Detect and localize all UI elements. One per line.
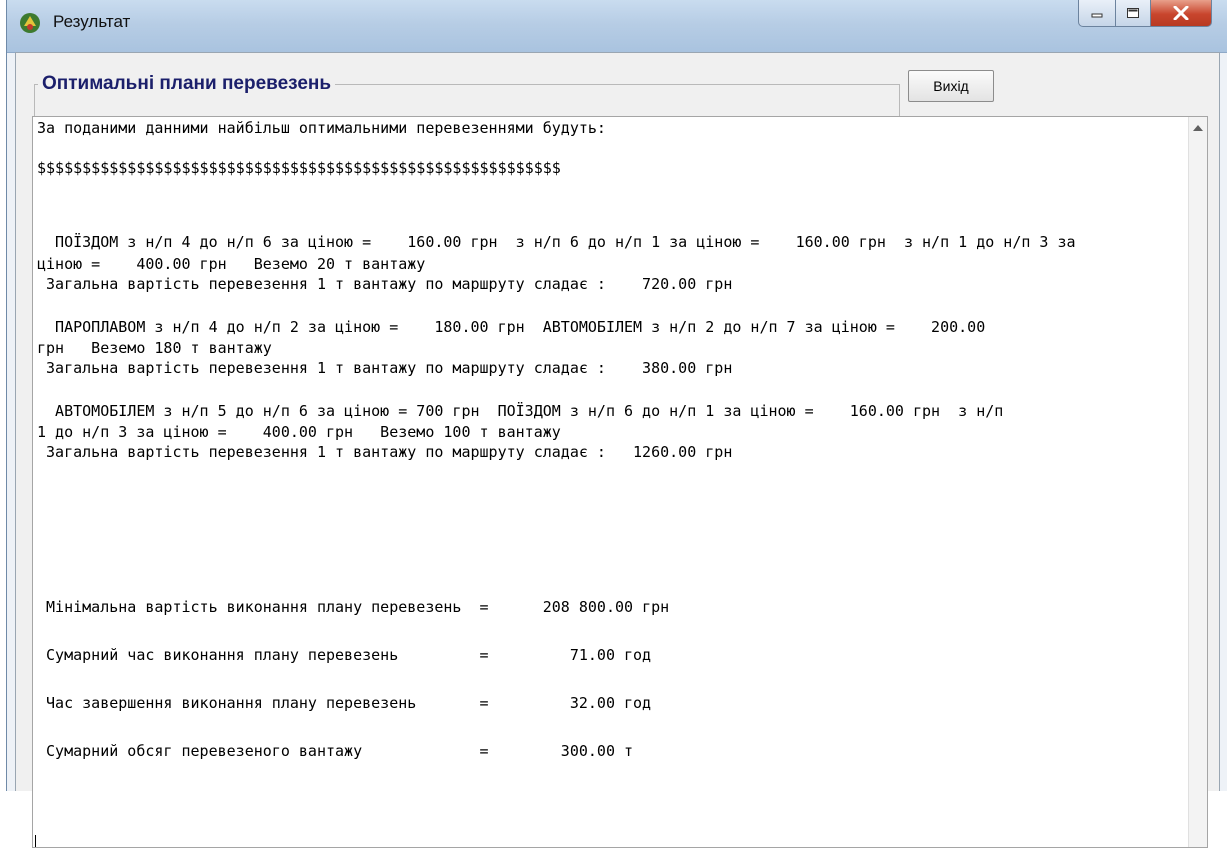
memo-line: грн Веземо 180 т вантажу xyxy=(37,339,272,357)
result-window: Результат Оптимальні плани перевезень Ви… xyxy=(6,0,1227,848)
memo-line: 1 до н/п 3 за ціною = 400.00 грн Веземо … xyxy=(37,423,561,441)
memo-line: Мінімальна вартість виконання плану пере… xyxy=(37,598,670,616)
exit-button[interactable]: Вихід xyxy=(908,70,994,102)
result-memo[interactable]: За поданими данними найбільш оптимальним… xyxy=(32,116,1208,848)
memo-line: Загальна вартість перевезення 1 т вантаж… xyxy=(37,275,733,293)
memo-line: АВТОМОБІЛЕМ з н/п 5 до н/п 6 за ціною = … xyxy=(37,402,1004,420)
minimize-icon xyxy=(1091,13,1103,18)
close-button[interactable] xyxy=(1151,0,1212,27)
scroll-up-arrow-icon[interactable] xyxy=(1193,125,1203,131)
vertical-scrollbar[interactable] xyxy=(1188,117,1207,847)
window-controls xyxy=(1078,0,1212,30)
text-cursor xyxy=(35,835,36,847)
close-icon xyxy=(1173,6,1189,20)
memo-line: Загальна вартість перевезення 1 т вантаж… xyxy=(37,443,733,461)
window-title: Результат xyxy=(53,12,131,31)
memo-line: Сумарний час виконання плану перевезень … xyxy=(37,646,652,664)
group-title: Оптимальні плани перевезень xyxy=(38,73,336,95)
maximize-button[interactable] xyxy=(1116,0,1151,27)
memo-line: За поданими данними найбільш оптимальним… xyxy=(37,119,606,137)
maximize-icon xyxy=(1127,8,1139,18)
client-area: Оптимальні плани перевезень Вихід За под… xyxy=(15,52,1220,848)
title-bar[interactable]: Результат xyxy=(7,0,1227,53)
minimize-button[interactable] xyxy=(1078,0,1116,27)
memo-line: ПОЇЗДОМ з н/п 4 до н/п 6 за ціною = 160.… xyxy=(37,233,1076,251)
memo-line: ПАРОПЛАВОМ з н/п 4 до н/п 2 за ціною = 1… xyxy=(37,318,986,336)
memo-line: Сумарний обсяг перевезеного вантажу = 30… xyxy=(37,742,634,760)
memo-line: $$$$$$$$$$$$$$$$$$$$$$$$$$$$$$$$$$$$$$$$… xyxy=(37,159,561,177)
app-icon xyxy=(20,13,40,33)
memo-line: Загальна вартість перевезення 1 т вантаж… xyxy=(37,359,733,377)
memo-line: Час завершення виконання плану перевезен… xyxy=(37,694,652,712)
memo-line: ціною = 400.00 грн Веземо 20 т вантажу xyxy=(37,255,426,273)
